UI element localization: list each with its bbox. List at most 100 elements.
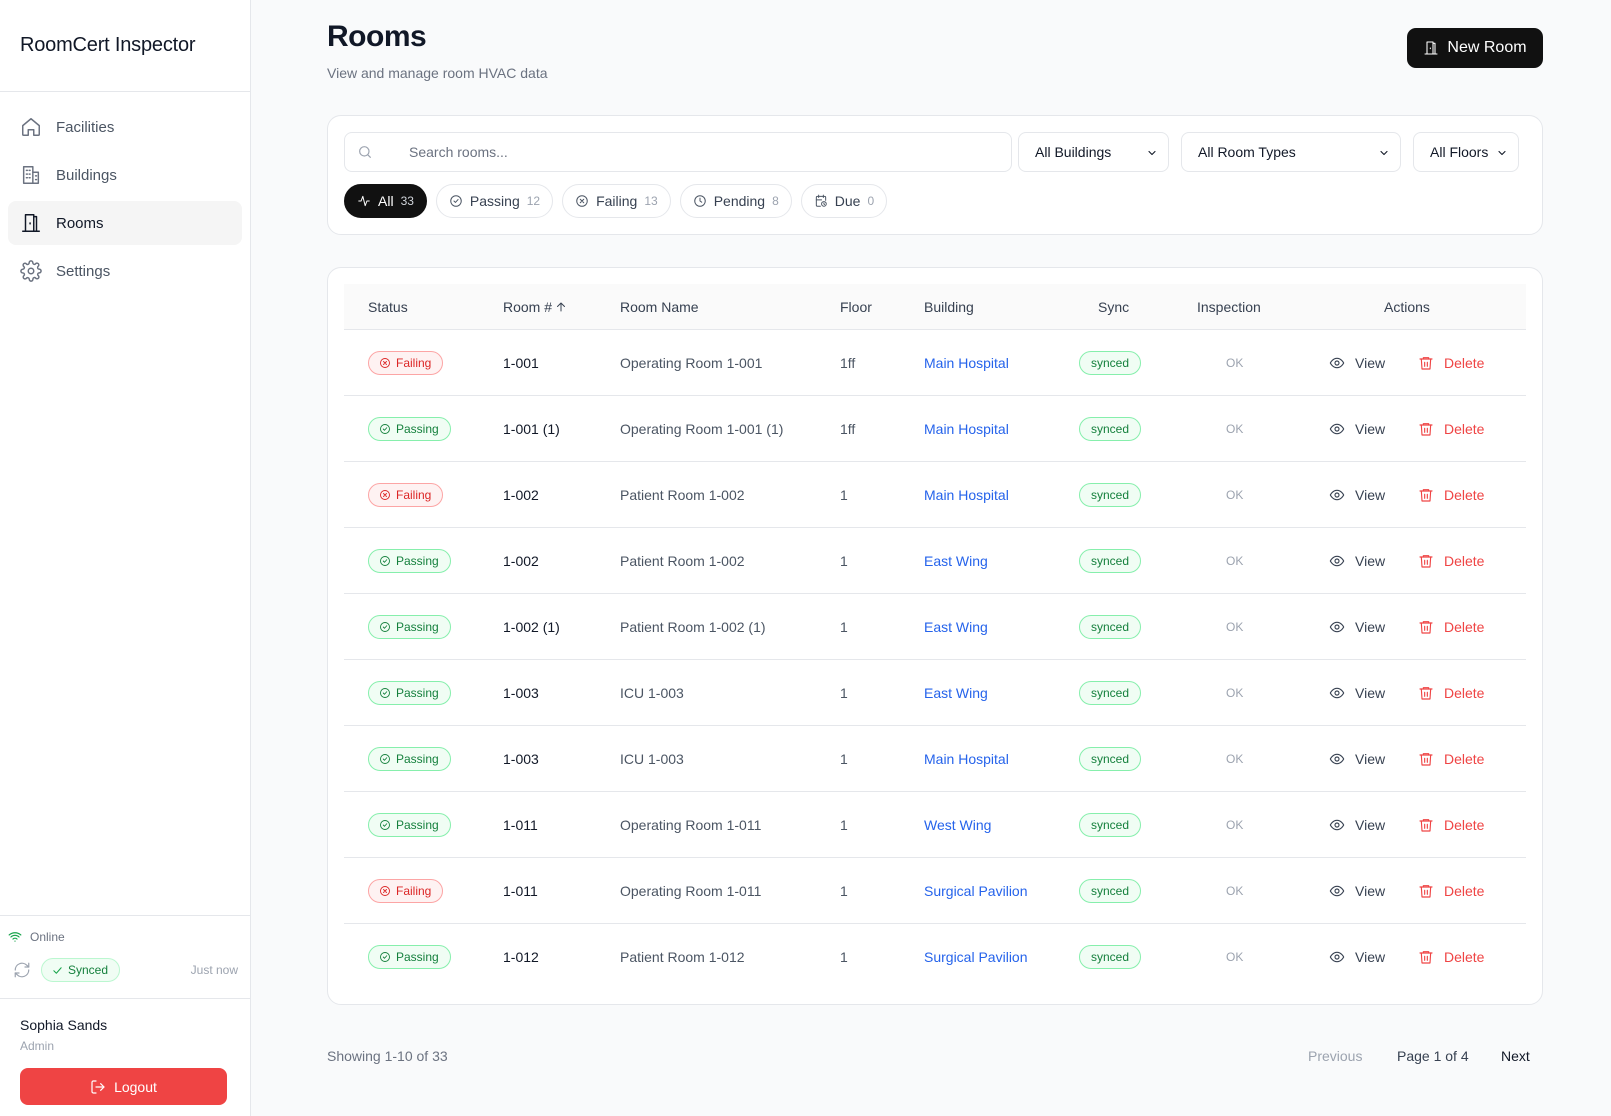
sidebar-item-facilities[interactable]: Facilities — [8, 105, 242, 149]
room-number: 1-003 — [503, 751, 539, 767]
inspection-status: OK — [1226, 620, 1244, 634]
column-room-number[interactable]: Room # — [503, 299, 567, 315]
status-cell: Passing — [368, 726, 451, 792]
sync-badge: synced — [1079, 615, 1142, 639]
room-name: Operating Room 1-001 — [620, 355, 763, 371]
view-button[interactable]: View — [1329, 792, 1385, 858]
status-cell: Passing — [368, 924, 451, 990]
sync-badge: synced — [1079, 813, 1142, 837]
column-building[interactable]: Building — [924, 299, 974, 315]
sync-time: Just now — [190, 963, 238, 977]
view-button[interactable]: View — [1329, 594, 1385, 660]
delete-button[interactable]: Delete — [1418, 528, 1484, 594]
status-cell: Passing — [368, 792, 451, 858]
search-box — [344, 132, 1012, 172]
delete-label: Delete — [1444, 817, 1485, 833]
inspection-status: OK — [1226, 356, 1244, 370]
view-button[interactable]: View — [1329, 660, 1385, 726]
trash-icon — [1419, 489, 1433, 502]
building-link[interactable]: East Wing — [924, 553, 988, 569]
delete-button[interactable]: Delete — [1418, 462, 1484, 528]
inspection-status: OK — [1226, 752, 1244, 766]
filter-chip-pending[interactable]: Pending 8 — [679, 184, 792, 218]
status-badge: Passing — [368, 417, 451, 441]
building-select[interactable]: All Buildings — [1018, 132, 1169, 172]
room-type-select[interactable]: All Room Types — [1181, 132, 1401, 172]
view-button[interactable]: View — [1329, 330, 1385, 396]
building-link[interactable]: Main Hospital — [924, 487, 1009, 503]
building-link[interactable]: Surgical Pavilion — [924, 949, 1028, 965]
filter-chip-all[interactable]: All 33 — [344, 184, 427, 218]
view-button[interactable]: View — [1329, 396, 1385, 462]
building-link[interactable]: Main Hospital — [924, 751, 1009, 767]
delete-button[interactable]: Delete — [1418, 924, 1484, 990]
view-label: View — [1355, 883, 1386, 899]
delete-button[interactable]: Delete — [1418, 792, 1484, 858]
chip-count: 12 — [526, 194, 541, 208]
check-circle-icon — [380, 952, 390, 962]
status-filter-chips: All 33 Passing 12 Failing 13 Pending 8 D… — [344, 184, 896, 218]
view-button[interactable]: View — [1329, 924, 1385, 990]
building-link[interactable]: Main Hospital — [924, 355, 1009, 371]
room-number: 1-011 — [503, 883, 538, 899]
eye-icon — [1329, 357, 1345, 369]
status-label: Passing — [396, 752, 439, 766]
building-select-value: All Buildings — [1035, 144, 1112, 160]
column-floor[interactable]: Floor — [840, 299, 872, 315]
chevron-down-icon — [1498, 150, 1506, 156]
delete-button[interactable]: Delete — [1418, 660, 1484, 726]
status-badge: Passing — [368, 945, 451, 969]
view-button[interactable]: View — [1329, 858, 1385, 924]
floor-select[interactable]: All Floors — [1413, 132, 1519, 172]
sidebar-item-label: Facilities — [56, 118, 115, 136]
check-circle-icon — [380, 556, 390, 566]
status-badge: Passing — [368, 549, 451, 573]
room-name: Patient Room 1-002 — [620, 487, 745, 503]
sidebar-item-rooms[interactable]: Rooms — [8, 201, 242, 245]
view-button[interactable]: View — [1329, 528, 1385, 594]
search-input[interactable] — [345, 133, 1011, 171]
building-link[interactable]: East Wing — [924, 619, 988, 635]
new-room-button[interactable]: New Room — [1407, 28, 1543, 68]
home-icon — [22, 118, 40, 136]
room-floor: 1 — [840, 685, 848, 701]
filter-chip-passing[interactable]: Passing 12 — [435, 184, 554, 218]
previous-page-button[interactable]: Previous — [1308, 1048, 1362, 1064]
delete-button[interactable]: Delete — [1418, 726, 1484, 792]
trash-icon — [1419, 951, 1433, 964]
view-button[interactable]: View — [1329, 726, 1385, 792]
delete-button[interactable]: Delete — [1418, 330, 1484, 396]
filter-chip-failing[interactable]: Failing 13 — [562, 184, 671, 218]
table-row: Passing 1-002 Patient Room 1-002 1 East Wing… — [344, 528, 1526, 594]
delete-label: Delete — [1444, 619, 1485, 635]
connection-status: Online — [8, 930, 242, 944]
logout-button[interactable]: Logout — [20, 1068, 227, 1105]
building-link[interactable]: Main Hospital — [924, 421, 1009, 437]
building-link[interactable]: West Wing — [924, 817, 991, 833]
delete-button[interactable]: Delete — [1418, 396, 1484, 462]
eye-icon — [1329, 687, 1345, 699]
filter-chip-due[interactable]: Due 0 — [800, 184, 888, 218]
building-cell: Main Hospital — [924, 462, 1009, 528]
building-link[interactable]: Surgical Pavilion — [924, 883, 1028, 899]
column-room-name[interactable]: Room Name — [620, 299, 699, 315]
column-status[interactable]: Status — [368, 299, 408, 315]
refresh-icon[interactable] — [13, 961, 31, 979]
room-name: ICU 1-003 — [620, 685, 684, 701]
view-button[interactable]: View — [1329, 462, 1385, 528]
sidebar-item-buildings[interactable]: Buildings — [8, 153, 242, 197]
wifi-icon — [8, 932, 22, 942]
table-row: Passing 1-011 Operating Room 1-011 1 West Wi… — [344, 792, 1526, 858]
delete-button[interactable]: Delete — [1418, 594, 1484, 660]
delete-button[interactable]: Delete — [1418, 858, 1484, 924]
eye-icon — [1329, 489, 1345, 501]
inspection-status: OK — [1226, 422, 1244, 436]
building-link[interactable]: East Wing — [924, 685, 988, 701]
door-icon — [1424, 41, 1438, 55]
next-page-button[interactable]: Next — [1501, 1048, 1530, 1064]
sidebar-item-settings[interactable]: Settings — [8, 249, 242, 293]
status-badge: Failing — [368, 351, 444, 375]
status-cell: Failing — [368, 330, 444, 396]
table-body: Failing 1-001 Operating Room 1-001 1ff Main … — [344, 330, 1526, 990]
status-cell: Passing — [368, 396, 451, 462]
